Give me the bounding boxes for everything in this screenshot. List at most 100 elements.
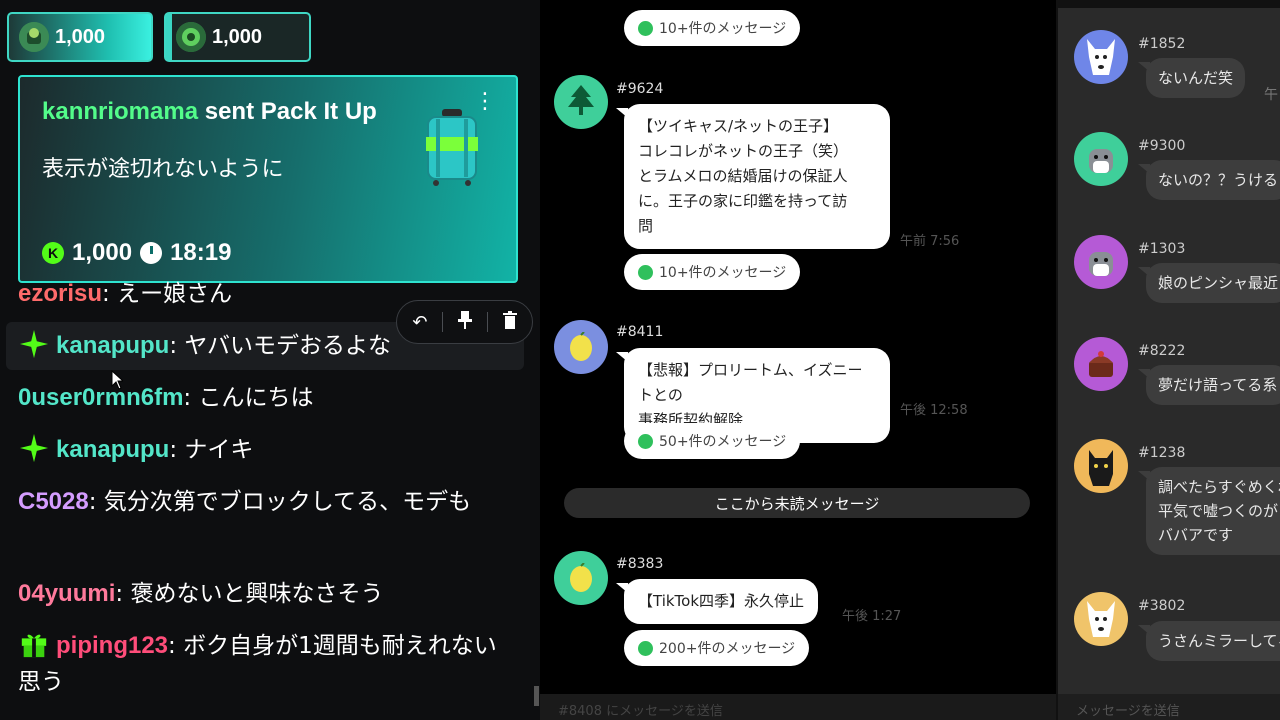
message-input[interactable]: メッセージを送信 [1058, 694, 1280, 720]
chat-message: 04yuumi: 褒めないと興味なさそう [18, 580, 384, 607]
chat-username[interactable]: piping123 [56, 632, 168, 659]
divider [486, 312, 488, 332]
post-id: #8411 [616, 324, 664, 340]
reply-icon[interactable]: ↶ [412, 312, 427, 333]
message-count-button[interactable]: 200+件のメッセージ [624, 630, 810, 666]
post-id: #3802 [1138, 598, 1186, 614]
gift-name: Pack It Up [260, 98, 377, 125]
pin-icon[interactable] [458, 310, 473, 334]
panel-top-bar [1058, 0, 1280, 8]
chat-text: 気分次第でブロックしてる、モデも [103, 489, 472, 515]
gift-title: kannriomama sent Pack It Up [42, 93, 392, 131]
scrollbar[interactable] [534, 686, 539, 706]
chat-message: 0user0rmn6fm: こんにちは [18, 384, 314, 411]
lemon-icon [570, 563, 592, 592]
dog-icon [1089, 149, 1113, 173]
suitcase-icon [426, 109, 478, 186]
chat-bubble-icon [638, 20, 653, 36]
gift-amount: 1,000 [72, 239, 133, 266]
divider [442, 312, 444, 332]
message-bubble[interactable]: 【ツイキャス/ネットの王子】 コレコレがネットの王子（笑） とラムメロの結婚届け… [616, 104, 890, 249]
message-bubble[interactable]: 娘のピンシャ最近 [1137, 263, 1280, 303]
cake-icon [1089, 351, 1113, 377]
gift-footer: K 1,000 18:19 [42, 239, 231, 267]
unread-divider: ここから未読メッセージ [564, 488, 1030, 518]
gifter-avatar [19, 22, 49, 52]
side-chat-panel: #1852 ないんだ笑 午 #9300 ないの？？うける #1303 娘のピンシ… [1056, 0, 1280, 720]
user-avatar[interactable] [1074, 132, 1128, 186]
chat-username[interactable]: C5028 [18, 488, 89, 515]
chat-message: piping123: ボク自身が1週間も耐えれない思う [18, 628, 518, 700]
chat-text: ナイキ [184, 437, 254, 463]
chat-username[interactable]: ezorisu [18, 280, 102, 307]
user-avatar[interactable] [554, 551, 608, 605]
chat-bubble-icon [638, 264, 653, 280]
chat-message: kanapupu: ナイキ [18, 432, 518, 468]
message-count-button[interactable]: 10+件のメッセージ [624, 10, 801, 46]
post-id: #9624 [616, 81, 664, 97]
sparkle-badge-icon [19, 433, 49, 463]
gifter-amount: 1,000 [55, 25, 106, 48]
tree-icon [568, 85, 594, 115]
message-time: 午後 1:27 [842, 609, 902, 624]
user-avatar[interactable] [1074, 592, 1128, 646]
message-time: 午前 7:56 [900, 234, 960, 249]
open-chat-panel: 10+件のメッセージ #9624 【ツイキャス/ネットの王子】 コレコレがネット… [540, 0, 1056, 720]
post-id: #1238 [1138, 445, 1186, 461]
post-id: #8383 [616, 556, 664, 572]
gift-time-left: 18:19 [170, 239, 232, 266]
chat-text: えー娘さん [117, 281, 233, 307]
dog-icon [1087, 39, 1115, 75]
chat-text: ヤバいモデおるよな [184, 333, 391, 359]
message-action-bar: ↶ [396, 300, 533, 344]
post-id: #1852 [1138, 36, 1186, 52]
message-time: 午後 12:58 [900, 403, 968, 418]
mouse-cursor-icon [111, 370, 123, 390]
message-bubble[interactable]: 【TikTok四季】永久停止 [615, 579, 819, 624]
clock-icon [140, 242, 163, 264]
user-avatar[interactable] [554, 320, 608, 374]
chat-username[interactable]: 04yuumi [18, 580, 115, 607]
user-avatar[interactable] [1074, 337, 1128, 391]
chat-bubble-icon [638, 640, 653, 656]
message-bubble[interactable]: ないの？？うける [1137, 160, 1280, 200]
sparkle-badge-icon [19, 329, 49, 359]
user-avatar[interactable] [554, 75, 608, 129]
message-bubble[interactable]: 夢だけ語ってる系 [1137, 365, 1280, 405]
message-bubble[interactable]: ないんだ笑 [1137, 58, 1246, 98]
user-avatar[interactable] [1074, 439, 1128, 493]
message-count-button[interactable]: 10+件のメッセージ [624, 254, 801, 290]
kick-chat-panel: 1,000 1,000 kannriomama sent Pack It Up … [0, 0, 540, 720]
kick-coin-icon: K [42, 242, 64, 264]
chat-text: こんにちは [198, 385, 314, 411]
post-id: #9300 [1138, 138, 1186, 154]
gift-username: kannriomama [42, 98, 199, 125]
chat-text: 褒めないと興味なさそう [130, 581, 384, 607]
pinned-gift-card: kannriomama sent Pack It Up 表示が途切れないように … [18, 75, 518, 283]
gifter-amount: 1,000 [212, 25, 263, 48]
lemon-icon [570, 332, 592, 361]
user-avatar[interactable] [1074, 30, 1128, 84]
dog-icon [1089, 252, 1113, 276]
message-count-button[interactable]: 50+件のメッセージ [624, 423, 801, 459]
chat-bubble-icon [638, 433, 653, 449]
message-bubble[interactable]: 調べたらすぐめくれ 平気で嘘つくのが ババアです [1138, 467, 1280, 555]
message-input[interactable]: #8408 にメッセージを送信 [540, 694, 1056, 720]
top-gifter-pill-2[interactable]: 1,000 [164, 12, 311, 62]
top-gifter-pill-1[interactable]: 1,000 [7, 12, 153, 62]
chat-username[interactable]: kanapupu [56, 436, 169, 463]
gift-badge-icon [21, 634, 47, 658]
gift-sent-label: sent [204, 98, 255, 125]
post-id: #1303 [1138, 241, 1186, 257]
gifter-avatar [176, 22, 206, 52]
post-id: #8222 [1138, 343, 1186, 359]
user-avatar[interactable] [1074, 235, 1128, 289]
dog-icon [1087, 601, 1115, 637]
chat-username[interactable]: kanapupu [56, 332, 169, 359]
chat-message: C5028: 気分次第でブロックしてる、モデも [18, 488, 472, 515]
chat-username[interactable]: 0user0rmn6fm [18, 384, 183, 411]
delete-icon[interactable] [502, 310, 517, 334]
cat-icon [1089, 450, 1113, 486]
message-time: 午 [1264, 87, 1278, 103]
message-bubble[interactable]: うさんミラーしてる [1138, 621, 1280, 661]
